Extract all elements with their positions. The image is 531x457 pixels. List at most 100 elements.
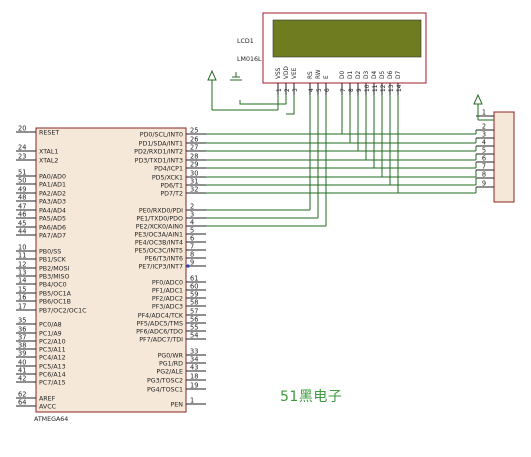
mcu-pin-name: PG0/WR xyxy=(158,352,184,359)
mcu-pin-number: 17 xyxy=(18,303,26,311)
mcu-pin-name: PB7/OC2/OC1C xyxy=(39,307,87,314)
mcu-pin-number: 33 xyxy=(190,348,198,356)
circuit-schematic: ATMEGA6420RESET24XTAL123XTAL251PA0/AD050… xyxy=(16,12,515,424)
mcu-pin-name: PF5/ADC5/TMS xyxy=(136,320,183,327)
mcu-pin-name: PA0/AD0 xyxy=(39,173,66,180)
wire xyxy=(239,95,287,105)
lcd-pin-number: 5 xyxy=(317,88,323,92)
mcu-pin-number: 37 xyxy=(18,334,26,342)
mcu-pin-number: 8 xyxy=(190,251,194,259)
pin-marker-dot xyxy=(186,264,190,268)
mcu-pin-number: 55 xyxy=(190,324,198,332)
lcd-pin-name: D2 xyxy=(356,71,362,79)
rp-pin-number: 8 xyxy=(482,171,486,179)
mcu-pin-name: PA3/AD3 xyxy=(39,198,66,205)
rp-pin-number: 2 xyxy=(482,123,486,131)
mcu-pin-number: 35 xyxy=(18,317,26,325)
mcu-pin-number: 24 xyxy=(18,144,26,152)
mcu-pin-name: AREF xyxy=(39,395,56,402)
mcu-pin-number: 57 xyxy=(190,308,198,316)
mcu-pin-number: 7 xyxy=(190,243,194,251)
mcu-pin-name: PB2/MOSI xyxy=(39,265,70,272)
wire-layer xyxy=(206,95,477,227)
mcu-pin-number: 25 xyxy=(190,127,198,135)
schematic-canvas: ATMEGA64 20 RESET 24 XTAL1 23 XTAL2 51 PA0/AD0 50… xyxy=(0,0,531,457)
mcu-pin-name: PE4/OC3B/INT4 xyxy=(135,239,183,246)
rp-pin-number: 3 xyxy=(482,131,486,139)
mcu-pin-number: 41 xyxy=(18,367,26,375)
lcd-pin-name: VDD xyxy=(284,66,290,79)
lcd-pin-name: D4 xyxy=(372,71,378,79)
mcu-pin-name: PF3/ADC3 xyxy=(152,303,183,310)
mcu-pin-name: PE3/OC3A/AIN1 xyxy=(134,231,183,238)
rp-pin-number: 7 xyxy=(482,163,486,171)
mcu-pin-name: PG1/RD xyxy=(159,360,183,367)
mcu-pin-name: PA1/AD1 xyxy=(39,181,66,188)
lcd-pin-number: 2 xyxy=(285,88,291,92)
mcu-pin-number: 14 xyxy=(18,277,26,285)
mcu-pin-name: PE7/ICP3/INT7 xyxy=(138,263,183,270)
mcu-pin-name: PB1/SCK xyxy=(39,256,67,263)
mcu-pin-name: PG4/TOSC1 xyxy=(147,386,183,393)
lcd-pin-name: E xyxy=(324,75,330,79)
mcu-pin-number: 23 xyxy=(18,153,26,161)
mcu-pin-number: 51 xyxy=(18,169,26,177)
mcu-pin-name: RESET xyxy=(39,129,59,136)
lcd-model: LM016L xyxy=(237,56,262,63)
mcu-pin-name: PE1/TXD0/PDO xyxy=(136,215,183,222)
mcu-pin-name: PA5/AD5 xyxy=(39,215,66,222)
mcu-pin-name: PB4/OC0 xyxy=(39,281,67,288)
mcu-pin-number: 16 xyxy=(18,294,26,302)
mcu-pin-number: 2 xyxy=(190,203,194,211)
mcu-pin-name: PB6/OC1B xyxy=(39,298,71,305)
mcu-atmega64[interactable]: ATMEGA6420RESET24XTAL123XTAL251PA0/AD050… xyxy=(16,125,206,424)
lcd-module[interactable]: LCD1 LM016L VSS 1 VDD 2 VEE 3 RS 4 RW 5 E 6 D0 7 D1 8 D2 9 D… xyxy=(237,12,427,95)
mcu-pin-name: PB5/OC1A xyxy=(39,290,72,297)
lcd-pin-name: D0 xyxy=(340,71,346,79)
mcu-pin-name: XTAL2 xyxy=(39,157,58,164)
mcu-pin-number: 10 xyxy=(18,244,26,252)
mcu-pin-name: PA7/AD7 xyxy=(39,232,66,239)
mcu-pin-name: PD1/SDA/INT1 xyxy=(139,140,183,147)
mcu-pin-name: PD5/XCK1 xyxy=(152,174,183,181)
mcu-pin-number: 12 xyxy=(18,261,26,269)
mcu-pin-name: PE0/RXD0/PDI xyxy=(139,207,183,214)
mcu-pin-number: 62 xyxy=(18,391,26,399)
mcu-pin-name: PA2/AD2 xyxy=(39,190,66,197)
lcd-label: LCD1 xyxy=(237,38,254,45)
mcu-pin-number: 49 xyxy=(18,186,26,194)
lcd-pin-number: 1 xyxy=(277,88,283,92)
mcu-pin-name: PE6/T3/INT6 xyxy=(145,255,183,262)
mcu-pin-name: PC7/A15 xyxy=(39,379,66,386)
mcu-pin-name: PB0/SS xyxy=(39,248,61,255)
lcd-pin-number: 13 xyxy=(389,84,395,92)
resistor-pack[interactable]: 1 23456789 xyxy=(476,109,515,203)
mcu-pin-name: PG3/TOSC2 xyxy=(147,377,183,384)
lcd-screen xyxy=(272,19,422,58)
lcd-pin-number: 12 xyxy=(381,84,387,92)
lcd-pin-number: 11 xyxy=(373,84,379,92)
mcu-pin-name: PEN xyxy=(171,401,184,408)
mcu-pin-number: 19 xyxy=(190,382,198,390)
mcu-pin-name: PB3/MISO xyxy=(39,273,70,280)
rp-pin-number: 5 xyxy=(482,147,486,155)
mcu-part-label: ATMEGA64 xyxy=(34,416,68,423)
mcu-pin-number: 15 xyxy=(18,286,26,294)
mcu-pin-name: PD3/TXD1/INT3 xyxy=(135,157,183,164)
mcu-pin-number: 38 xyxy=(18,342,26,350)
mcu-pin-name: PF7/ADC7/TDI xyxy=(139,336,183,343)
lcd-pin-name: D1 xyxy=(348,71,354,79)
ground-symbol xyxy=(207,69,217,81)
mcu-pin-number: 11 xyxy=(18,252,26,260)
mcu-pin-number: 3 xyxy=(190,211,194,219)
mcu-pin-number: 44 xyxy=(18,228,26,236)
mcu-pin-number: 43 xyxy=(190,364,198,372)
mcu-pin-name: PD0/SCL/INT0 xyxy=(140,131,183,138)
rp-pin-number: 9 xyxy=(482,180,486,188)
resistor-pack-body xyxy=(493,111,515,203)
mcu-pin-number: 54 xyxy=(190,332,198,340)
mcu-pin-name: PE2/XCK0/AIN0 xyxy=(136,223,183,230)
lcd-pin-name: VEE xyxy=(292,67,298,79)
rp-pin-number: 1 xyxy=(482,109,486,117)
lcd-pin-number: 9 xyxy=(357,88,363,92)
